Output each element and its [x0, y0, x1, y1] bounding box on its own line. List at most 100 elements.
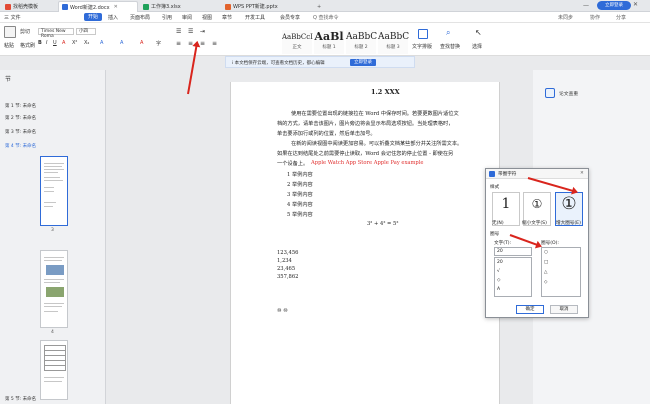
ribbon-toolbar: 粘贴 剪切 格式刷 Times New Roma 小四 B I U A X² X… — [0, 23, 650, 56]
indent-icon[interactable]: ⇥ — [200, 28, 205, 35]
register-button[interactable]: 立即登录 — [597, 1, 631, 10]
style-label: 标题 1 — [322, 45, 336, 50]
style-heading-3[interactable]: AaBbC 标题 3 — [378, 30, 409, 54]
excel-icon — [143, 3, 149, 10]
enclosed-char-icon[interactable]: 字 — [156, 40, 161, 47]
menu-developer[interactable]: 开发工具 — [245, 14, 265, 21]
new-tab-button[interactable]: + — [314, 1, 324, 12]
notice-login-button[interactable]: 立即登录 — [350, 59, 376, 66]
menu-review[interactable]: 审阅 — [182, 14, 192, 21]
ok-button[interactable]: 确定 — [516, 305, 544, 314]
close-icon[interactable]: ✕ — [114, 4, 118, 10]
docer-icon — [5, 3, 11, 10]
plagiarism-check-icon[interactable] — [545, 88, 555, 98]
text-layout-icon[interactable] — [418, 29, 428, 39]
doc-heading: 1.2 XXX — [371, 88, 400, 96]
list-item[interactable]: ◇ — [544, 280, 547, 285]
nav-section-4[interactable]: 第 4 节: 未命名 — [5, 143, 36, 149]
style-glyph: 1 — [501, 196, 511, 212]
list-item[interactable]: ◇ — [497, 278, 500, 283]
tab-excel[interactable]: 工作簿3.xlsx — [140, 1, 220, 12]
page-number: 4 — [51, 330, 54, 335]
style-heading-2[interactable]: AaBbC 标题 2 — [346, 30, 377, 54]
search-command[interactable]: Q 查找命令 — [313, 14, 339, 21]
menu-file[interactable]: 三 文件 — [4, 14, 21, 21]
text-effect-icon[interactable]: A — [120, 40, 123, 46]
format-painter-button[interactable]: 格式刷 — [20, 42, 35, 49]
font-size-select[interactable]: 小四 — [76, 28, 96, 35]
text-input[interactable]: 20 — [494, 247, 532, 256]
select-label[interactable]: 选择 — [472, 43, 482, 50]
bold-icon[interactable]: B — [38, 40, 42, 46]
tab-ppt[interactable]: WPS PPT新建.pptx — [222, 1, 312, 12]
style-label: 标题 2 — [354, 45, 368, 50]
doc-para2-line2: 如果在达到结尾处之前需要停止读取，Word 会记住您的停止位置 - 即使在另 — [277, 151, 454, 157]
font-name-select[interactable]: Times New Roma — [38, 28, 74, 39]
collaborate-button[interactable]: 协作 — [590, 14, 600, 21]
wps-icon — [489, 171, 495, 177]
thumbnail-image — [46, 287, 64, 297]
find-replace-icon[interactable]: ⌕ — [446, 28, 450, 38]
text-layout-label[interactable]: 文字排版 — [412, 43, 432, 50]
text-listbox[interactable]: 20 √ ◇ A — [494, 257, 532, 297]
style-group-label: 样式 — [490, 185, 500, 190]
style-label: 标题 3 — [386, 45, 400, 50]
tab-template[interactable]: 找稻壳模板 — [2, 1, 56, 12]
list-item[interactable]: ○ — [544, 250, 548, 255]
menu-references[interactable]: 引用 — [162, 14, 172, 21]
cut-button[interactable]: 剪切 — [20, 28, 30, 35]
paste-label[interactable]: 粘贴 — [4, 42, 14, 49]
nav-section-3[interactable]: 第 3 节: 未命名 — [5, 129, 36, 135]
circle-listbox[interactable]: ○ □ △ ◇ — [541, 247, 581, 297]
justify-icon[interactable]: ≡ — [212, 40, 217, 47]
page-thumbnail[interactable] — [40, 156, 68, 226]
list-item[interactable]: √ — [497, 269, 500, 274]
style-normal[interactable]: AaBbCcI 正文 — [282, 30, 313, 54]
italic-icon[interactable]: I — [46, 40, 47, 46]
menu-insert[interactable]: 插入 — [108, 14, 118, 21]
close-window-icon[interactable]: ✕ — [633, 1, 638, 8]
word-icon — [62, 4, 68, 10]
style-heading-1[interactable]: AaBl 标题 1 — [314, 30, 344, 54]
page-thumbnail[interactable] — [40, 250, 68, 328]
bullet-list-icon[interactable]: ☰ — [176, 28, 181, 35]
find-replace-label[interactable]: 查找替换 — [440, 43, 460, 50]
cancel-button[interactable]: 取消 — [550, 305, 578, 314]
list-item[interactable]: 20 — [497, 260, 503, 265]
text-input-value: 20 — [497, 249, 503, 254]
nav-section-5[interactable]: 第 5 节: 未命名 — [5, 396, 37, 402]
numbered-list-icon[interactable]: ☰ — [188, 28, 193, 35]
doc-list-item: 5 举例内容 — [287, 212, 313, 218]
plus-icon: + — [317, 3, 322, 10]
menu-home[interactable]: 开始 — [84, 13, 103, 21]
minimize-icon[interactable]: — — [583, 2, 589, 9]
paste-icon[interactable] — [4, 26, 16, 38]
menu-view[interactable]: 视图 — [202, 14, 212, 21]
font-color-icon[interactable]: A — [62, 40, 65, 46]
doc-number: 357,862 — [277, 274, 299, 280]
char-shading-icon[interactable]: A — [140, 40, 143, 46]
plagiarism-check-button[interactable]: 论文查重 — [559, 90, 578, 97]
close-icon[interactable]: ✕ — [580, 171, 584, 176]
subscript-icon[interactable]: X₂ — [84, 40, 89, 46]
nav-section-1[interactable]: 第 1 节: 未命名 — [5, 103, 36, 109]
style-sample: AaBl — [314, 30, 344, 43]
menu-chapter[interactable]: 章节 — [222, 14, 232, 21]
style-sample: AaBbCcI — [282, 33, 313, 41]
page-thumbnail[interactable] — [40, 340, 68, 400]
list-item[interactable]: A — [497, 287, 500, 292]
select-icon[interactable]: ↖ — [475, 28, 482, 37]
tab-word-doc[interactable]: Word新建2.docx ✕ — [58, 1, 138, 12]
menu-member[interactable]: 会员专享 — [280, 14, 300, 21]
nav-section-2[interactable]: 第 2 节: 未命名 — [5, 115, 36, 121]
list-item[interactable]: □ — [544, 260, 548, 265]
underline-icon[interactable]: U — [53, 40, 57, 46]
menu-layout[interactable]: 页面布局 — [130, 14, 150, 21]
align-left-icon[interactable]: ≡ — [176, 40, 181, 47]
document-page[interactable]: 1.2 XXX 使用在需要位置出现的链接拉在 Word 中保存时间。若要更数图片… — [230, 82, 500, 404]
list-item[interactable]: △ — [544, 270, 547, 275]
share-button[interactable]: 分享 — [616, 14, 626, 21]
sync-status[interactable]: 未同步 — [558, 14, 573, 21]
highlight-icon[interactable]: A — [100, 40, 103, 46]
superscript-icon[interactable]: X² — [72, 40, 77, 46]
